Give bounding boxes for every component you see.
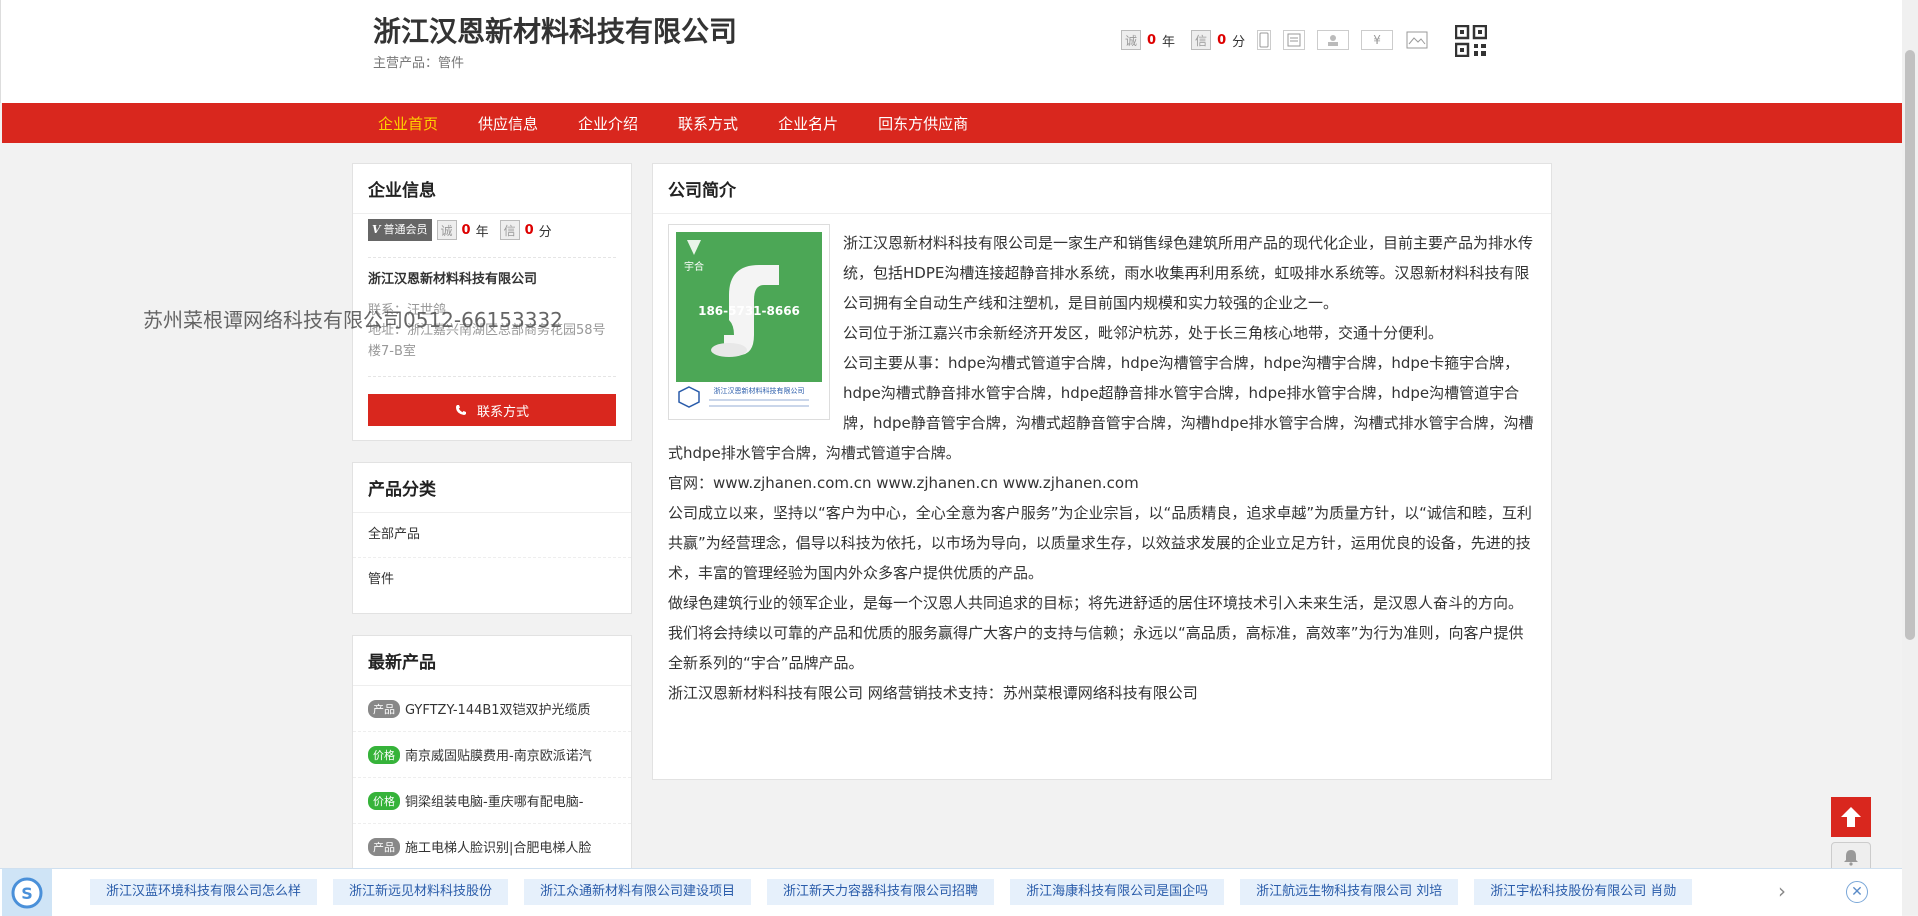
vip-mark: V xyxy=(372,223,381,236)
category-panel: 产品分类 全部产品 管件 xyxy=(352,462,632,614)
category-item-all[interactable]: 全部产品 xyxy=(353,513,631,558)
latest-panel-title: 最新产品 xyxy=(353,636,631,686)
years-count: 0 xyxy=(461,222,471,238)
svg-text:S: S xyxy=(21,884,33,903)
close-icon[interactable]: ✕ xyxy=(1846,881,1868,903)
years-count: 0 xyxy=(1147,32,1157,48)
intro-panel-title: 公司简介 xyxy=(653,164,1551,214)
bottom-link[interactable]: 浙江新远见材料科技股份 xyxy=(333,879,509,905)
main-nav: 企业首页 供应信息 企业介绍 联系方式 企业名片 回东方供应商 xyxy=(2,103,1902,143)
list-item[interactable]: 产品 GYFTZY-144B1双铠双护光缆质 xyxy=(353,686,631,732)
category-item-fittings[interactable]: 管件 xyxy=(353,558,631,602)
integrity-icon: 诚 xyxy=(436,220,457,240)
intro-paragraph: 浙江汉恩新材料科技有限公司 网络营销技术支持：苏州菜根谭网络科技有限公司 xyxy=(668,684,1198,702)
scroll-thumb[interactable] xyxy=(1905,50,1915,640)
company-intro-panel: 公司简介 浙江汉恩新材料科技有限公司是一家生产和销售绿色建筑所用产品的现代化企业… xyxy=(652,163,1552,780)
arrow-up-icon xyxy=(1841,807,1861,827)
intro-paragraph: 做绿色建筑行业的领军企业，是每一个汉恩人共同追求的目标；将先进舒适的居住环境技术… xyxy=(668,594,1524,672)
page-scrollbar[interactable] xyxy=(1902,0,1918,915)
years-unit: 年 xyxy=(475,224,489,240)
back-to-top-button[interactable] xyxy=(1831,797,1871,837)
bell-icon xyxy=(1844,850,1858,866)
company-title: 浙江汉恩新材料科技有限公司 xyxy=(373,15,738,48)
company-info-panel: 企业信息 V 普通会员 诚 0 年 信 0 分 浙江汉恩新材料科技有限公司 联系：… xyxy=(352,163,632,441)
divider xyxy=(368,376,616,377)
bottom-link-bar: S 浙江汉蓝环境科技有限公司怎么样 浙江新远见材料科技股份 浙江众通新材料有限公… xyxy=(0,868,1902,916)
nav-back-supplier[interactable]: 回东方供应商 xyxy=(878,113,968,134)
nav-about[interactable]: 企业介绍 xyxy=(578,113,638,134)
nav-contact[interactable]: 联系方式 xyxy=(678,113,738,134)
integrity-icon: 诚 xyxy=(1121,30,1141,50)
bottom-link[interactable]: 浙江宇松科技股份有限公司 肖勋 xyxy=(1474,879,1693,905)
company-image[interactable]: 宇合 186-5731-8666 浙江汉恩新材料科技有限公司 xyxy=(668,224,830,420)
intro-paragraph: 官网：www.zjhanen.com.cn www.zjhanen.cn www… xyxy=(668,474,1139,492)
bottom-link[interactable]: 浙江海康科技有限公司是国企吗 xyxy=(1010,879,1225,905)
payment-icon[interactable]: ¥ xyxy=(1361,30,1394,50)
credit-icon: 信 xyxy=(1191,30,1212,50)
credit-unit: 分 xyxy=(538,224,552,240)
image-phone: 186-5731-8666 xyxy=(698,304,800,318)
bottom-link[interactable]: 浙江新天力容器科技有限公司招聘 xyxy=(767,879,995,905)
list-item[interactable]: 产品 施工电梯人脸识别|合肥电梯人脸 xyxy=(353,824,631,870)
credit-unit: 分 xyxy=(1232,34,1246,50)
years-unit: 年 xyxy=(1162,34,1176,50)
list-item-text: 施工电梯人脸识别|合肥电梯人脸 xyxy=(405,841,592,856)
image-brand: 宇合 xyxy=(684,260,704,273)
phone-icon xyxy=(455,405,466,415)
list-item-text: 南京威固贴膜费用-南京欧派诺汽 xyxy=(405,749,592,764)
member-type: 普通会员 xyxy=(383,223,428,236)
chevron-right-icon[interactable]: › xyxy=(1778,879,1786,903)
license-icon[interactable] xyxy=(1283,30,1306,50)
image-company: 浙江汉恩新材料科技有限公司 xyxy=(714,386,805,395)
mobile-icon[interactable] xyxy=(1257,30,1272,50)
price-tag: 价格 xyxy=(368,791,400,810)
divider xyxy=(368,257,616,258)
list-item[interactable]: 价格 南京威固贴膜费用-南京欧派诺汽 xyxy=(353,732,631,778)
verified-icon[interactable] xyxy=(1405,30,1429,50)
qr-code-icon[interactable] xyxy=(1455,25,1487,57)
search-engine-logo[interactable]: S xyxy=(2,869,52,916)
vip-badge: V 普通会员 xyxy=(368,219,432,241)
watermark-text: 苏州菜根谭网络科技有限公司0512-66153332 xyxy=(143,308,563,332)
credit-score: 0 xyxy=(1217,32,1227,48)
list-item-text: 铜梁组装电脑-重庆哪有配电脑- xyxy=(405,795,584,810)
list-item-text: GYFTZY-144B1双铠双护光缆质 xyxy=(405,703,591,718)
credit-icon: 信 xyxy=(499,220,520,240)
product-tag: 产品 xyxy=(368,837,400,856)
product-photo-icon: 宇合 186-5731-8666 浙江汉恩新材料科技有限公司 xyxy=(676,232,822,412)
credit-score: 0 xyxy=(524,222,534,238)
category-panel-title: 产品分类 xyxy=(353,463,631,513)
intro-paragraph: 公司成立以来，坚持以“客户为中心，全心全意为客户服务”为企业宗旨，以“品质精良，… xyxy=(668,504,1532,582)
product-tag: 产品 xyxy=(368,699,400,718)
contact-button-label: 联系方式 xyxy=(476,403,529,419)
info-panel-title: 企业信息 xyxy=(353,164,631,214)
price-tag: 价格 xyxy=(368,745,400,764)
nav-card[interactable]: 企业名片 xyxy=(778,113,838,134)
sogou-logo-icon: S xyxy=(11,877,43,908)
list-item[interactable]: 价格 铜梁组装电脑-重庆哪有配电脑- xyxy=(353,778,631,824)
bottom-link[interactable]: 浙江航远生物科技有限公司 刘培 xyxy=(1240,879,1459,905)
credential-badges: 诚 0 年 信 0 分 ¥ xyxy=(1121,30,1429,50)
nav-supply[interactable]: 供应信息 xyxy=(478,113,538,134)
nav-home[interactable]: 企业首页 xyxy=(378,113,438,134)
bottom-link[interactable]: 浙江汉蓝环境科技有限公司怎么样 xyxy=(90,879,318,905)
main-product-text: 主营产品：管件 xyxy=(373,56,465,71)
contact-button[interactable]: 联系方式 xyxy=(368,394,616,426)
member-row: V 普通会员 诚 0 年 信 0 分 xyxy=(368,219,552,241)
identity-icon[interactable] xyxy=(1317,30,1350,50)
page-header: 浙江汉恩新材料科技有限公司 主营产品：管件 诚 0 年 信 0 分 ¥ xyxy=(0,0,1902,103)
bottom-link[interactable]: 浙江众通新材料有限公司建设项目 xyxy=(524,879,752,905)
info-company-name: 浙江汉恩新材料科技有限公司 xyxy=(368,272,538,287)
